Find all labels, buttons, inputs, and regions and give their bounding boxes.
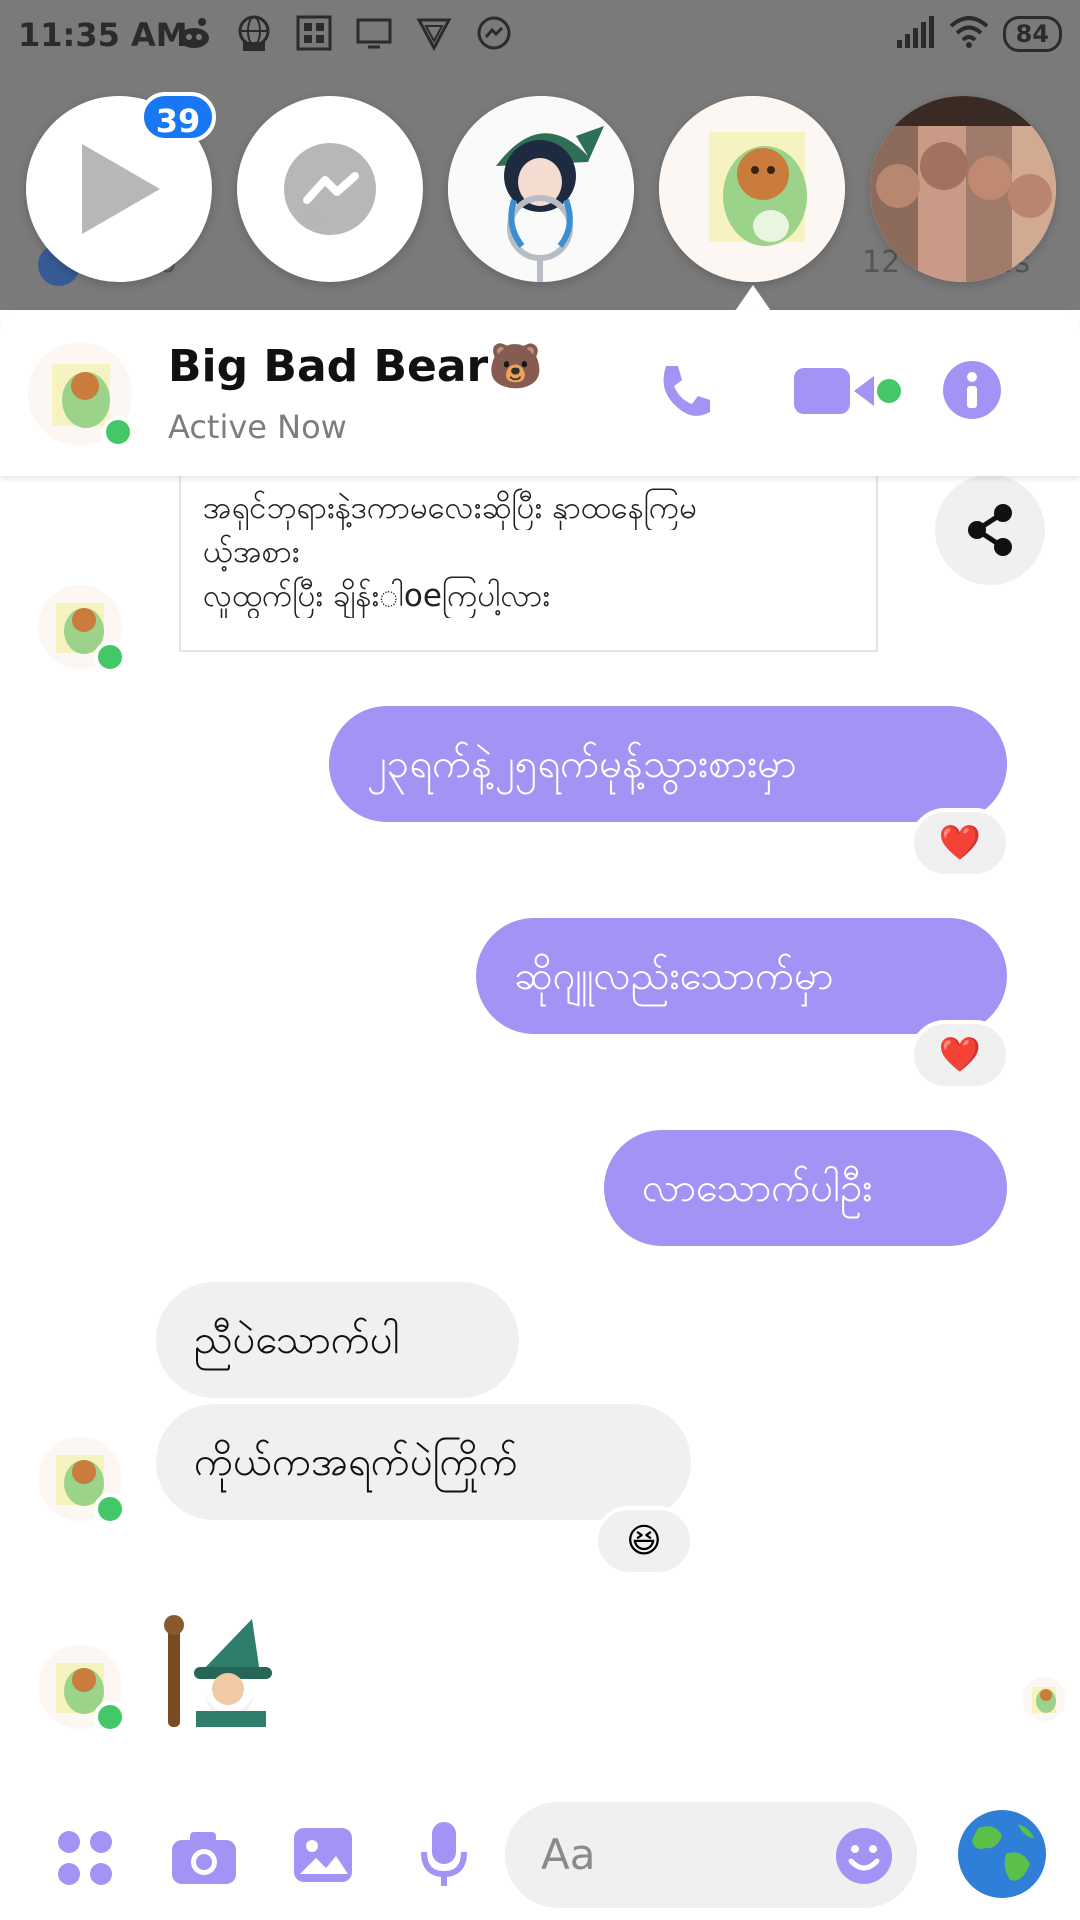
- phone-icon: [663, 366, 710, 416]
- message-composer: Aa: [0, 1790, 1080, 1920]
- shared-post-card[interactable]: အရှင်ဘုရားနဲ့ဒကာမလေးဆိုပြီး နှာထနေကြမ ယ့…: [179, 470, 878, 652]
- share-button[interactable]: [935, 475, 1045, 585]
- video-call-button[interactable]: [792, 364, 904, 424]
- wizard-sticker[interactable]: [156, 1615, 276, 1727]
- group-selfie-head[interactable]: [870, 96, 1056, 282]
- chat-panel: Big Bad Bear🐻 Active Now အရှင်ဘုရားနဲ့ဒက…: [0, 310, 1080, 1920]
- messenger-logo-icon: [284, 143, 376, 235]
- online-indicator: [94, 641, 126, 673]
- online-indicator: [94, 1493, 126, 1525]
- message-input-placeholder: Aa: [541, 1830, 596, 1879]
- video-camera-icon: [794, 368, 901, 414]
- camera-icon: [172, 1832, 236, 1884]
- info-icon: [943, 361, 1001, 419]
- outgoing-message[interactable]: လာသောက်ပါဦး: [604, 1130, 1007, 1246]
- sender-avatar[interactable]: [38, 1437, 126, 1525]
- messenger-icon: [475, 14, 513, 52]
- anime-character-head[interactable]: [448, 96, 634, 282]
- four-dots-icon: [58, 1831, 112, 1885]
- active-head-pointer: [735, 285, 771, 311]
- status-bar: 11:35 AM 84: [0, 0, 1080, 72]
- sender-avatar[interactable]: [38, 585, 126, 673]
- more-actions-button[interactable]: [55, 1828, 115, 1892]
- globe-emoji-icon: [958, 1810, 1046, 1898]
- outgoing-message[interactable]: ဆိုဂျူလည်းသောက်မှာ: [476, 918, 1007, 1034]
- conversation-info-button[interactable]: [942, 360, 1002, 424]
- heart-reaction[interactable]: ❤️: [910, 808, 1010, 878]
- quick-reaction-button[interactable]: [956, 1808, 1048, 1904]
- outgoing-message[interactable]: ၂၃ရက်နဲ့၂၅ရက်မုန့်သွားစားမှာ: [329, 706, 1007, 822]
- shared-post-line: လူထွက်ပြီး ချိန်းါoeကြပါ့လား: [203, 578, 551, 614]
- bear-sticker-image: [659, 96, 845, 282]
- big-bad-bear-head[interactable]: [659, 96, 845, 282]
- contact-avatar[interactable]: [28, 342, 134, 448]
- incoming-message[interactable]: ညီပဲသောက်ပါ: [156, 1282, 519, 1398]
- messenger-head[interactable]: [237, 96, 423, 282]
- unread-count-badge: 39: [140, 92, 216, 142]
- share-icon: [968, 504, 1012, 556]
- online-indicator: [102, 416, 134, 448]
- voice-clip-button[interactable]: [420, 1820, 468, 1894]
- vpn-icon: [415, 14, 453, 52]
- group-selfie-image: [870, 96, 1056, 282]
- globe-live-icon: [235, 14, 273, 52]
- shared-post-line: အရှင်ဘုရားနဲ့ဒကာမလေးဆိုပြီး နှာထနေကြမ: [203, 490, 697, 526]
- image-icon: [294, 1828, 352, 1882]
- incoming-message[interactable]: ကိုယ်ကအရက်ပဲကြိုက်: [156, 1404, 691, 1520]
- signal-icon: [895, 16, 935, 52]
- contact-status: Active Now: [168, 408, 347, 446]
- anime-character-image: [448, 96, 634, 282]
- voice-call-button[interactable]: [652, 360, 716, 428]
- laughing-reaction[interactable]: 😆: [594, 1506, 694, 1576]
- contact-name[interactable]: Big Bad Bear🐻: [168, 340, 543, 392]
- camera-button[interactable]: [170, 1830, 238, 1890]
- microphone-icon: [421, 1822, 467, 1886]
- wifi-icon: [949, 16, 989, 52]
- sender-avatar[interactable]: [38, 1645, 126, 1733]
- gallery-button[interactable]: [292, 1826, 354, 1888]
- message-input[interactable]: Aa: [505, 1802, 917, 1908]
- conversation-header: Big Bad Bear🐻 Active Now: [0, 310, 1080, 476]
- online-indicator: [94, 1701, 126, 1733]
- cast-icon: [355, 14, 393, 52]
- grid-app-icon: [295, 14, 333, 52]
- battery-indicator: 84: [1002, 16, 1062, 52]
- heart-reaction[interactable]: ❤️: [910, 1020, 1010, 1090]
- reddit-icon: [175, 14, 213, 52]
- status-time: 11:35 AM: [18, 16, 188, 54]
- shared-post-line: ယ့်အစား: [203, 534, 300, 570]
- emoji-icon[interactable]: [835, 1827, 893, 1885]
- read-receipt-avatar: [1022, 1677, 1066, 1721]
